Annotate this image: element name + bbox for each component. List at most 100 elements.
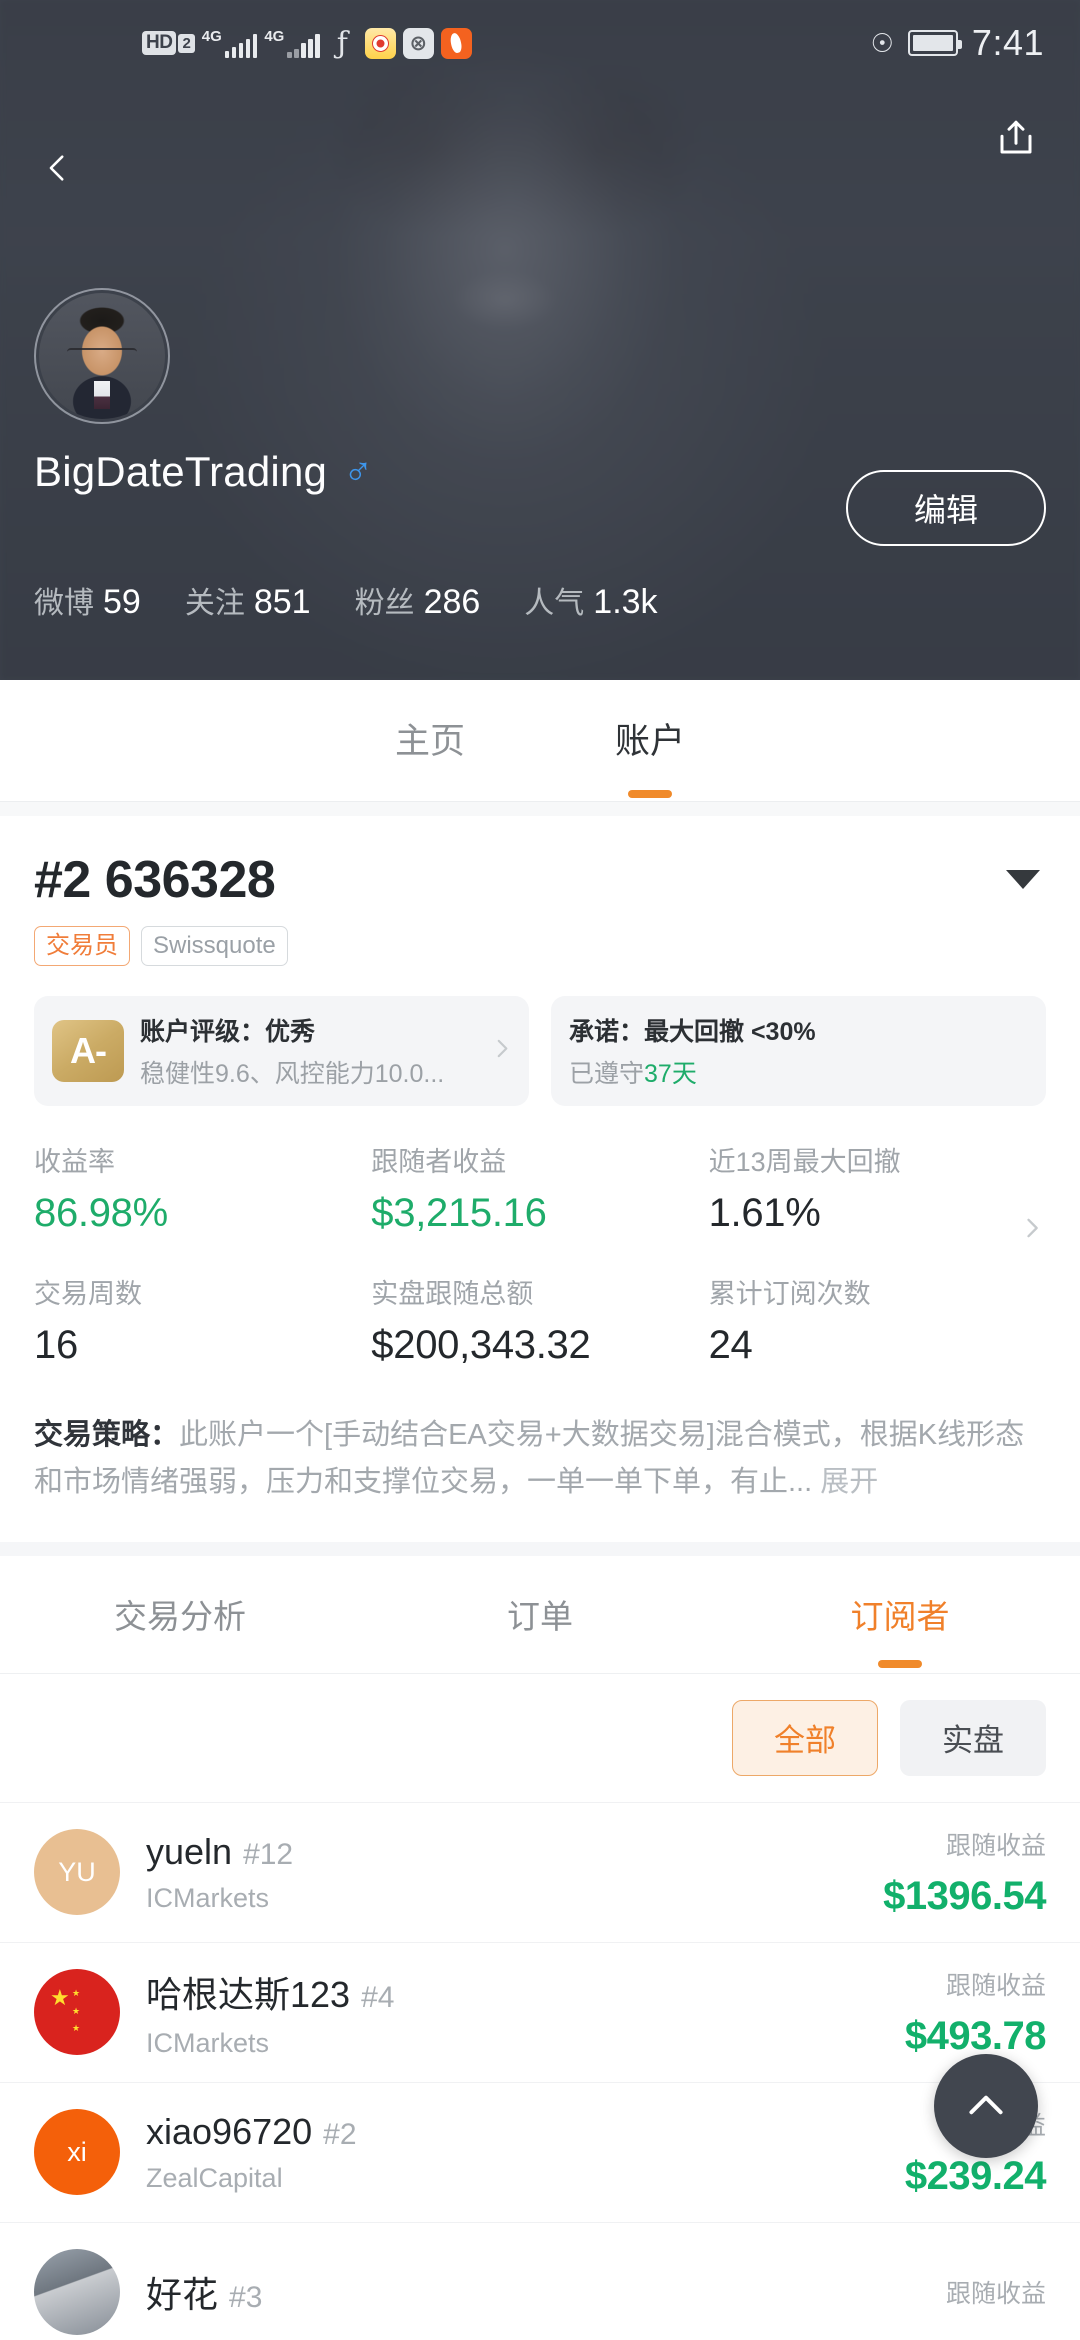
- avatar: YU: [34, 1829, 120, 1916]
- account-rating-card[interactable]: A- 账户评级：优秀 稳健性9.6、风控能力10.0...: [34, 996, 529, 1106]
- qq-browser-icon: ⊗: [402, 27, 434, 59]
- table-row[interactable]: YU yueln #12 ICMarkets 跟随收益 $1396.54: [0, 1801, 1080, 1942]
- metric-value: 16: [34, 1323, 78, 1367]
- facebook-icon: ƒ: [336, 25, 348, 61]
- metric-label: 近13周最大回撤: [708, 1147, 901, 1177]
- subscriber-broker: ICMarkets: [146, 1882, 270, 1913]
- drawdown-promise-card[interactable]: 承诺：最大回撤 <30% 已遵守37天: [551, 996, 1046, 1106]
- edit-profile-button[interactable]: 编辑: [846, 470, 1046, 546]
- grade-badge: A-: [52, 1020, 124, 1082]
- section-divider: [0, 1541, 1080, 1556]
- eye-care-icon: ☉: [870, 27, 894, 58]
- main-tabs: 主页 账户: [0, 680, 1080, 802]
- hd-icon: HD 2: [142, 31, 195, 55]
- avatar: [34, 1969, 120, 2056]
- subscriber-earnings: 跟随收益 $1396.54: [883, 1826, 1046, 1919]
- stat-value: 851: [253, 583, 311, 621]
- username-row: BigDateTrading ♂: [34, 448, 373, 496]
- signal-icon-1: 4G: [202, 29, 258, 58]
- table-row[interactable]: xi xiao96720 #2 ZealCapital 跟随收益 $239.24: [0, 2081, 1080, 2222]
- strategy-description: 交易策略：此账户一个[手动结合EA交易+大数据交易]混合模式，根据K线形态和市场…: [0, 1368, 1080, 1542]
- avatar: [34, 2249, 120, 2336]
- hd-label: HD: [142, 31, 177, 55]
- filter-all-button[interactable]: 全部: [732, 1699, 878, 1776]
- avatar[interactable]: [34, 288, 170, 424]
- subscriber-rank: #3: [229, 2281, 263, 2315]
- earnings-label: 跟随收益: [945, 1971, 1046, 2000]
- tab-home[interactable]: 主页: [395, 713, 465, 768]
- share-icon: [1000, 120, 1032, 154]
- subscriber-name-row: 哈根达斯123 #4: [146, 1966, 394, 2018]
- earnings-value: $493.78: [904, 2013, 1047, 2058]
- metric-label: 实盘跟随总额: [371, 1279, 534, 1309]
- metric-label: 跟随者收益: [371, 1147, 507, 1177]
- metric-total-following-amount: 实盘跟随总额 $200,343.32: [371, 1272, 708, 1368]
- subscriber-name: 好花: [146, 2274, 219, 2316]
- signal-icon-2: 4G: [264, 29, 320, 58]
- metric-follower-profit: 跟随者收益 $3,215.16: [371, 1140, 708, 1236]
- stat-label: 人气: [524, 587, 585, 620]
- subscriber-info: xiao96720 #2 ZealCapital: [146, 2111, 357, 2194]
- scroll-to-top-button[interactable]: [934, 2054, 1038, 2158]
- metrics-row-1: 收益率 86.98% 跟随者收益 $3,215.16 近13周最大回撤 1.61…: [34, 1140, 1046, 1236]
- subscriber-rank: #12: [243, 1837, 294, 1871]
- rating-text: 账户评级：优秀 稳健性9.6、风控能力10.0...: [140, 1012, 444, 1090]
- metrics-chevron-right-icon[interactable]: [1018, 1214, 1046, 1247]
- earnings-label: 跟随收益: [945, 2280, 1046, 2309]
- promise-title: 承诺：最大回撤 <30%: [569, 1018, 816, 1046]
- account-number: #2 636328: [34, 851, 276, 909]
- metric-max-drawdown: 近13周最大回撤 1.61%: [709, 1140, 1046, 1236]
- hd-sub-label: 2: [178, 33, 195, 53]
- network-type-1: 4G: [201, 27, 222, 45]
- stat-following[interactable]: 关注 851: [185, 578, 311, 622]
- stat-value: 59: [103, 583, 141, 621]
- subscriber-name: yueln: [146, 1830, 233, 1872]
- table-row[interactable]: 好花 #3 跟随收益: [0, 2221, 1080, 2340]
- account-badges: 交易员 Swissquote: [34, 926, 1046, 966]
- badge-broker: Swissquote: [141, 926, 288, 966]
- tab-account[interactable]: 账户: [615, 713, 685, 768]
- stat-label: 关注: [184, 587, 245, 620]
- metrics-row-2: 交易周数 16 实盘跟随总额 $200,343.32 累计订阅次数 24: [34, 1272, 1046, 1368]
- metric-value: 86.98%: [34, 1191, 168, 1235]
- chevron-left-icon: [49, 155, 64, 181]
- app-root: HD 2 4G 4G ƒ ⊗ ☉ 7:41 BigDateTrading ♂ 微…: [0, 0, 1080, 2340]
- rating-subtitle: 稳健性9.6、风控能力10.0...: [140, 1060, 445, 1088]
- promise-days: 37天: [644, 1060, 697, 1088]
- chevron-right-icon: [489, 1036, 515, 1067]
- metric-return-rate: 收益率 86.98%: [34, 1140, 371, 1236]
- earnings-value: $1396.54: [883, 1873, 1046, 1918]
- share-button[interactable]: [986, 108, 1046, 168]
- subscriber-rank: #2: [323, 2117, 357, 2151]
- metric-label: 累计订阅次数: [708, 1279, 871, 1309]
- profile-hero: HD 2 4G 4G ƒ ⊗ ☉ 7:41 BigDateTrading ♂ 微…: [0, 0, 1080, 680]
- filter-live-button[interactable]: 实盘: [900, 1699, 1046, 1776]
- back-button[interactable]: [30, 140, 86, 196]
- stat-followers[interactable]: 粉丝 286: [355, 578, 481, 622]
- stat-label: 微博: [34, 587, 94, 620]
- username: BigDateTrading: [34, 448, 328, 495]
- network-type-2: 4G: [264, 27, 285, 45]
- metric-label: 收益率: [34, 1147, 115, 1177]
- tab-subscribers[interactable]: 订阅者: [720, 1590, 1080, 1638]
- account-metrics: 收益率 86.98% 跟随者收益 $3,215.16 近13周最大回撤 1.61…: [0, 1106, 1080, 1368]
- badge-trader: 交易员: [34, 926, 130, 966]
- stat-value: 286: [423, 583, 481, 621]
- tab-trade-analysis[interactable]: 交易分析: [0, 1590, 360, 1638]
- avatar-initials: YU: [58, 1856, 96, 1887]
- promise-text: 承诺：最大回撤 <30% 已遵守37天: [569, 1012, 816, 1090]
- tab-orders[interactable]: 订单: [360, 1590, 720, 1638]
- strategy-label: 交易策略：: [34, 1419, 180, 1451]
- subscriber-name: 哈根达斯123: [146, 1973, 351, 2015]
- stat-weibo[interactable]: 微博 59: [34, 578, 141, 622]
- chevron-down-icon[interactable]: [1006, 870, 1040, 889]
- summary-cards: A- 账户评级：优秀 稳健性9.6、风控能力10.0... 承诺：最大回撤 <3…: [0, 966, 1080, 1106]
- expand-link[interactable]: 展开: [820, 1466, 878, 1498]
- rating-title: 账户评级：优秀: [140, 1018, 316, 1046]
- stat-label: 粉丝: [354, 587, 415, 620]
- stat-popularity[interactable]: 人气 1.3k: [524, 578, 657, 622]
- table-row[interactable]: 哈根达斯123 #4 ICMarkets 跟随收益 $493.78: [0, 1941, 1080, 2082]
- subscriber-list: YU yueln #12 ICMarkets 跟随收益 $1396.54 哈根达…: [0, 1801, 1080, 2340]
- earnings-label: 跟随收益: [945, 1831, 1046, 1860]
- tab-divider: [0, 802, 1080, 816]
